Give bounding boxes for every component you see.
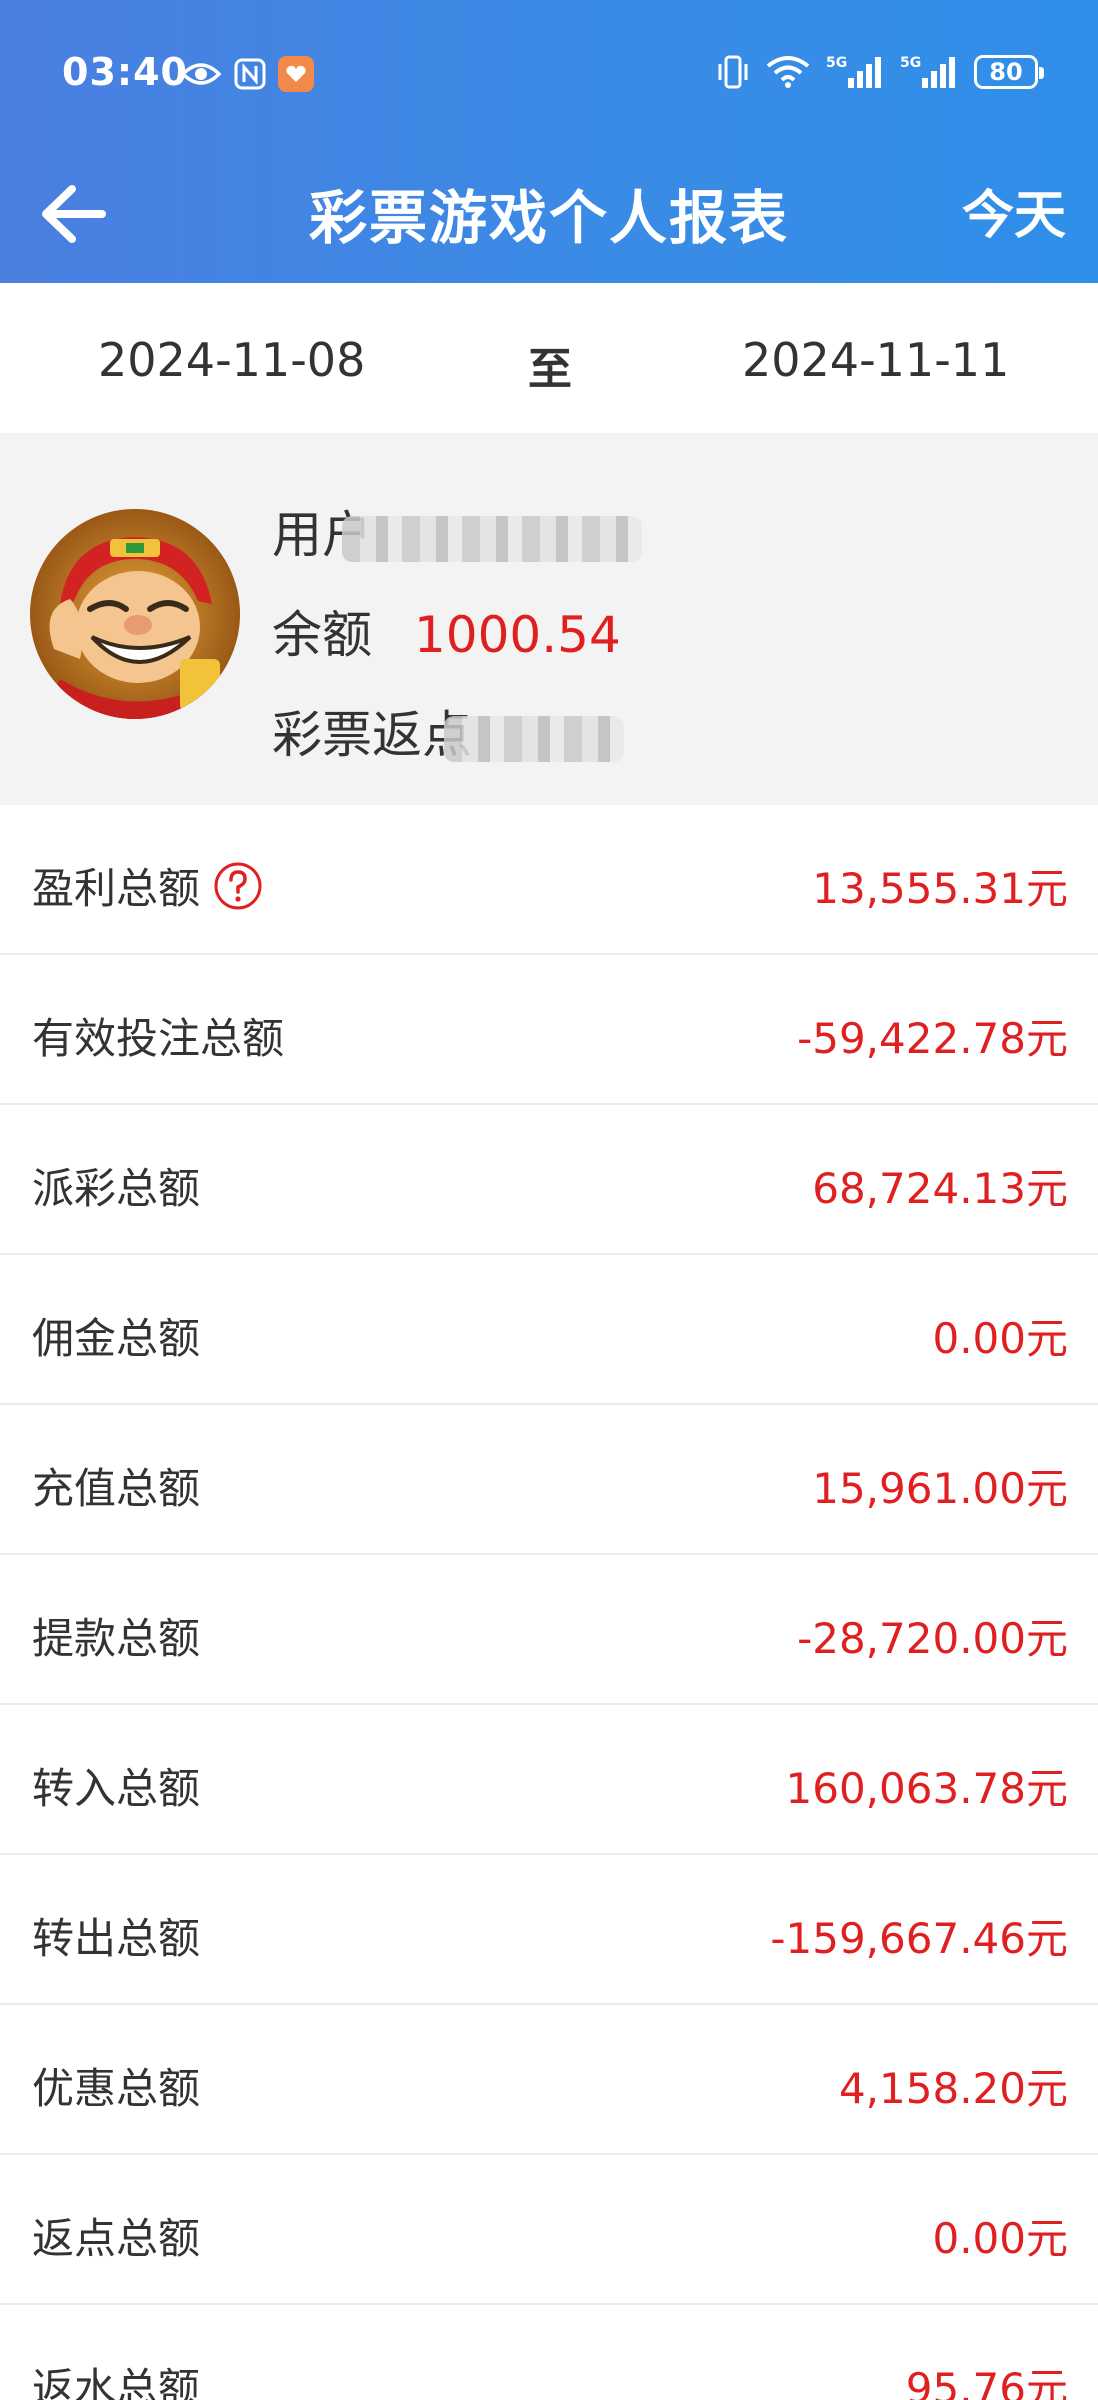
row-transfer-in-total: 转入总额 160,063.78元 [0,1705,1098,1855]
status-time: 03:40 [62,50,188,94]
row-cashback-total: 返水总额 95.76元 [0,2305,1098,2400]
battery-level: 80 [989,58,1023,86]
nav-bar: 彩票游戏个人报表 今天 [0,145,1098,283]
row-value: 160,063.78元 [785,1764,1068,1813]
app-badge-icon [278,56,314,92]
wifi-icon [766,56,810,88]
svg-text:5G: 5G [900,55,921,71]
row-label: 转出总额 [32,1914,201,1963]
row-commission-total: 佣金总额 0.00元 [0,1255,1098,1405]
date-end-picker[interactable]: 2024-11-11 [742,333,1009,387]
row-label: 提款总额 [32,1614,201,1663]
row-label: 有效投注总额 [32,1014,285,1063]
row-label: 派彩总额 [32,1164,201,1213]
status-left-icons [180,56,314,92]
rebate-label: 彩票返点 [272,706,472,764]
row-payout-total: 派彩总额 68,724.13元 [0,1105,1098,1255]
svg-text:5G: 5G [826,55,847,71]
vibrate-icon [718,55,748,89]
nfc-icon [234,58,266,90]
row-profit-total: 盈利总额 13,555.31元 [0,805,1098,955]
signal-5g-icon: 5G [900,55,955,88]
status-bar: 03:40 5G 5G 80 [0,0,1098,145]
row-value: 4,158.20元 [838,2064,1068,2113]
row-withdraw-total: 提款总额 -28,720.00元 [0,1555,1098,1705]
today-button[interactable]: 今天 [962,173,1066,248]
rebate-redacted [444,715,624,762]
status-right-icons: 5G 5G 80 [716,54,1044,90]
row-rebate-total: 返点总额 0.00元 [0,2155,1098,2305]
row-label: 返水总额 [32,2364,201,2400]
row-value: 95.76元 [905,2364,1068,2400]
row-label: 充值总额 [32,1464,201,1513]
battery-icon: 80 [974,55,1044,89]
row-label: 优惠总额 [32,2064,201,2113]
row-label: 返点总额 [32,2214,201,2263]
row-value: -28,720.00元 [797,1614,1068,1663]
eye-icon [180,63,222,85]
balance-label: 余额 [272,606,372,664]
date-start-picker[interactable]: 2024-11-08 [98,333,365,387]
row-value: 0.00元 [932,1314,1068,1363]
row-value: 13,555.31元 [812,864,1068,913]
signal-5g-icon: 5G [826,55,881,88]
row-transfer-out-total: 转出总额 -159,667.46元 [0,1855,1098,2005]
header: 03:40 5G 5G 80 彩票游戏个人报表 今天 [0,0,1098,283]
balance-value: 1000.54 [414,606,621,664]
balance-line: 余额 1000.54 [272,595,621,667]
row-valid-bet-total: 有效投注总额 -59,422.78元 [0,955,1098,1105]
username-line: 用户 [272,495,642,567]
row-value: -159,667.46元 [770,1914,1068,1963]
username-redacted [342,515,642,562]
row-label: 转入总额 [32,1764,201,1813]
row-value: 15,961.00元 [812,1464,1068,1513]
row-value: 68,724.13元 [812,1164,1068,1213]
report-list: 盈利总额 13,555.31元 有效投注总额 -59,422.78元 派彩总额 … [0,805,1098,2400]
date-separator: 至 [528,344,572,395]
page-title: 彩票游戏个人报表 [308,184,789,252]
row-promo-total: 优惠总额 4,158.20元 [0,2005,1098,2155]
rebate-line: 彩票返点 [272,695,624,767]
row-value: -59,422.78元 [797,1014,1068,1063]
date-range: 2024-11-08 至 2024-11-11 [0,283,1098,433]
row-value: 0.00元 [932,2214,1068,2263]
profile-card: 用户 余额 1000.54 彩票返点 [0,433,1098,805]
help-icon[interactable] [212,860,264,912]
avatar [30,509,240,719]
row-label: 佣金总额 [32,1314,201,1363]
row-label: 盈利总额 [32,864,201,913]
row-deposit-total: 充值总额 15,961.00元 [0,1405,1098,1555]
